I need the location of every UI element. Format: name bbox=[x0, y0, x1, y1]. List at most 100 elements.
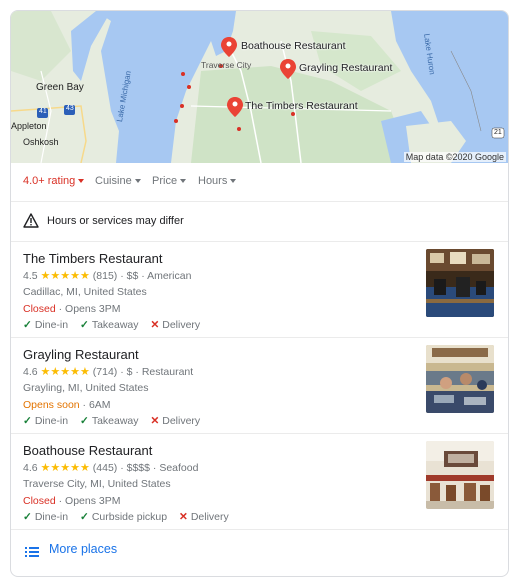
restaurant-photo-image bbox=[426, 249, 494, 317]
review-count: (445) bbox=[92, 462, 118, 474]
service-label: Takeaway bbox=[91, 415, 139, 427]
service-item: ✓ Dine-in bbox=[23, 415, 68, 427]
result-title[interactable]: The Timbers Restaurant bbox=[23, 251, 162, 266]
review-count: (714) bbox=[92, 366, 118, 378]
restaurant-photo-image bbox=[426, 345, 494, 413]
filter-price-label: Price bbox=[152, 175, 178, 187]
price-level: $$$$ bbox=[126, 462, 150, 474]
map[interactable]: Boathouse Restaurant Grayling Restaurant… bbox=[11, 11, 508, 163]
road-shield-41: 41 bbox=[39, 108, 47, 115]
pin-label-timbers[interactable]: The Timbers Restaurant bbox=[245, 100, 358, 112]
check-icon: ✓ bbox=[23, 511, 32, 523]
place-label-appleton: Appleton bbox=[11, 121, 47, 131]
place-label-green-bay: Green Bay bbox=[36, 82, 84, 93]
service-item: ✓ Curbside pickup bbox=[80, 511, 167, 523]
service-item: ✓ Takeaway bbox=[80, 319, 139, 331]
result-rating-line: 4.6 ★★★★★ (445) · $$$$ · Seafood bbox=[23, 462, 199, 474]
rating-value: 4.6 bbox=[23, 366, 38, 378]
map-credit: Map data ©2020 Google bbox=[403, 152, 506, 162]
result-grayling[interactable]: Grayling Restaurant 4.6 ★★★★★ (714) · $ … bbox=[11, 338, 508, 434]
result-rating-line: 4.5 ★★★★★ (815) · $$ · American bbox=[23, 270, 192, 282]
chevron-down-icon bbox=[134, 179, 141, 184]
price-level: $$ bbox=[126, 270, 139, 282]
filter-rating-label: 4.0+ rating bbox=[23, 175, 76, 187]
service-item: ✕ Delivery bbox=[150, 415, 200, 427]
restaurant-photo-image bbox=[426, 441, 494, 509]
service-label: Takeaway bbox=[91, 319, 139, 331]
more-places-label[interactable]: More places bbox=[49, 542, 117, 556]
list-icon bbox=[25, 547, 39, 557]
star-rating-icon: ★★★★★ bbox=[40, 462, 90, 474]
cross-icon: ✕ bbox=[179, 511, 188, 523]
status-badge: Closed bbox=[23, 495, 56, 507]
result-services: ✓ Dine-in ✓ Takeaway ✕ Delivery bbox=[23, 415, 209, 427]
result-services: ✓ Dine-in ✓ Takeaway ✕ Delivery bbox=[23, 319, 209, 331]
filter-bar: 4.0+ rating Cuisine Price Hours bbox=[11, 163, 508, 202]
status-detail: Opens 3PM bbox=[65, 303, 121, 315]
pin-label-boathouse[interactable]: Boathouse Restaurant bbox=[241, 40, 346, 52]
service-label: Dine-in bbox=[34, 415, 69, 427]
filter-rating[interactable]: 4.0+ rating bbox=[23, 175, 85, 187]
filter-hours[interactable]: Hours bbox=[198, 175, 237, 187]
status-badge: Closed bbox=[23, 303, 56, 315]
service-item: ✓ Takeaway bbox=[80, 415, 139, 427]
result-boathouse[interactable]: Boathouse Restaurant 4.6 ★★★★★ (445) · $… bbox=[11, 434, 508, 530]
service-label: Curbside pickup bbox=[91, 511, 168, 523]
result-photo[interactable] bbox=[426, 345, 494, 413]
service-label: Dine-in bbox=[34, 511, 69, 523]
status-detail: Opens 3PM bbox=[65, 495, 121, 507]
local-results-card: Boathouse Restaurant Grayling Restaurant… bbox=[10, 10, 509, 577]
cross-icon: ✕ bbox=[150, 319, 160, 331]
result-address: Grayling, MI, United States bbox=[23, 382, 149, 394]
chevron-down-icon bbox=[230, 179, 237, 184]
result-address: Traverse City, MI, United States bbox=[23, 478, 171, 490]
star-rating-icon: ★★★★★ bbox=[40, 366, 90, 378]
filter-hours-label: Hours bbox=[198, 175, 228, 187]
result-timbers[interactable]: The Timbers Restaurant 4.5 ★★★★★ (815) ·… bbox=[11, 242, 508, 338]
filter-cuisine-label: Cuisine bbox=[95, 175, 132, 187]
status-detail: 6AM bbox=[88, 399, 111, 411]
price-level: $ bbox=[126, 366, 133, 378]
warning-icon bbox=[23, 213, 39, 228]
result-address: Cadillac, MI, United States bbox=[23, 286, 147, 298]
check-icon: ✓ bbox=[80, 415, 89, 427]
chevron-down-icon bbox=[78, 179, 85, 184]
more-places-link[interactable]: More places bbox=[11, 529, 508, 575]
filter-price[interactable]: Price bbox=[152, 175, 187, 187]
result-photo[interactable] bbox=[426, 441, 494, 509]
check-icon: ✓ bbox=[80, 319, 89, 331]
service-item: ✓ Dine-in bbox=[23, 319, 68, 331]
service-label: Delivery bbox=[162, 415, 201, 427]
status-badge: Opens soon bbox=[23, 399, 80, 411]
place-label-traverse-city: Traverse City bbox=[201, 60, 252, 70]
check-icon: ✓ bbox=[80, 511, 89, 523]
service-label: Delivery bbox=[162, 319, 201, 331]
result-services: ✓ Dine-in ✓ Curbside pickup ✕ Delivery bbox=[23, 511, 238, 523]
service-item: ✕ Delivery bbox=[150, 319, 200, 331]
result-hours: Opens soon · 6AM bbox=[23, 399, 111, 411]
result-photo[interactable] bbox=[426, 249, 494, 317]
star-rating-icon: ★★★★★ bbox=[40, 270, 90, 282]
category: American bbox=[147, 270, 192, 282]
filter-cuisine[interactable]: Cuisine bbox=[95, 175, 141, 187]
check-icon: ✓ bbox=[23, 319, 32, 331]
result-title[interactable]: Grayling Restaurant bbox=[23, 347, 139, 362]
result-hours: Closed · Opens 3PM bbox=[23, 303, 121, 315]
category: Seafood bbox=[159, 462, 199, 474]
service-label: Dine-in bbox=[34, 319, 69, 331]
check-icon: ✓ bbox=[23, 415, 32, 427]
service-item: ✓ Dine-in bbox=[23, 511, 68, 523]
hours-notice: Hours or services may differ bbox=[11, 202, 508, 242]
pin-label-grayling[interactable]: Grayling Restaurant bbox=[299, 62, 392, 74]
result-hours: Closed · Opens 3PM bbox=[23, 495, 121, 507]
result-title[interactable]: Boathouse Restaurant bbox=[23, 443, 152, 458]
result-rating-line: 4.6 ★★★★★ (714) · $ · Restaurant bbox=[23, 366, 194, 378]
road-shield-43: 43 bbox=[66, 105, 74, 112]
rating-value: 4.5 bbox=[23, 270, 38, 282]
chevron-down-icon bbox=[180, 179, 187, 184]
service-item: ✕ Delivery bbox=[179, 511, 229, 523]
road-shield-21: 21 bbox=[494, 129, 502, 136]
rating-value: 4.6 bbox=[23, 462, 38, 474]
cross-icon: ✕ bbox=[150, 415, 160, 427]
map-graphic bbox=[11, 11, 508, 163]
